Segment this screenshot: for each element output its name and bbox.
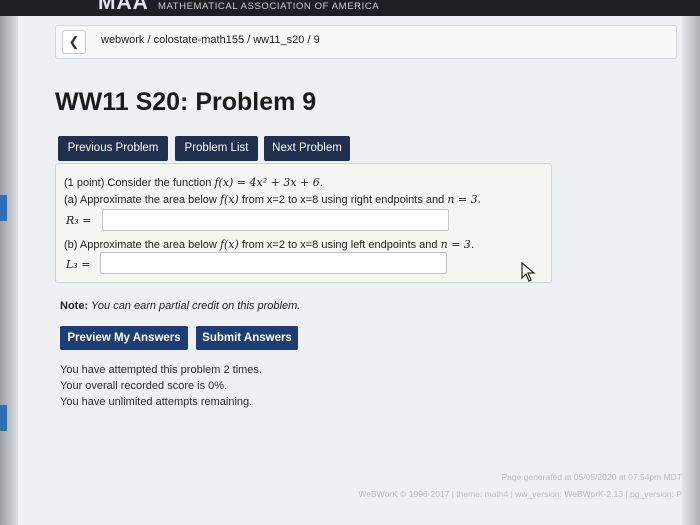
side-accent-mark [0,195,7,221]
part-a-answer-input[interactable] [102,209,449,231]
problem-list-button[interactable]: Problem List [175,136,258,161]
part-b-label: L₃ = [66,258,91,271]
part-b-n: n = 3. [440,238,475,251]
next-problem-button[interactable]: Next Problem [264,136,350,161]
problem-intro: (1 point) Consider the function f(x) = 4… [64,176,323,189]
score-status: Your overall recorded score is 0%. [60,380,228,392]
part-a-prefix: (a) Approximate the area below [64,194,217,206]
side-accent-mark [0,405,7,431]
problem-box: (1 point) Consider the function f(x) = 4… [55,163,552,283]
footer-version: WeBWorK © 1996-2017 | theme: math4 | ww_… [358,489,682,499]
part-a-function: f(x) [219,193,239,206]
intro-text: (1 point) Consider the function [64,177,212,189]
chevron-left-icon[interactable]: ❮ [62,30,86,54]
partial-credit-note: Note: You can earn partial credit on thi… [60,300,300,312]
banner-org-name: MATHEMATICAL ASSOCIATION OF AMERICA [158,1,380,12]
remaining-status: You have unlimited attempts remaining. [60,396,253,408]
mouse-pointer-icon [521,262,536,282]
part-b-text: (b) Approximate the area below f(x) from… [64,238,474,251]
part-b-prefix: (b) Approximate the area below [64,239,217,251]
part-b-suffix: from x=2 to x=8 using left endpoints and [241,239,438,251]
breadcrumb: ❮ webwork / colostate-math155 / ww11_s20… [55,25,677,59]
screen-edge-left [0,0,18,525]
maa-logo: MAA [98,0,149,14]
part-b-answer-input[interactable] [100,252,447,274]
note-text: You can earn partial credit on this prob… [91,300,301,312]
part-a-label: R₃ = [66,214,92,227]
previous-problem-button[interactable]: Previous Problem [58,136,168,161]
submit-answers-button[interactable]: Submit Answers [196,326,298,350]
preview-answers-button[interactable]: Preview My Answers [60,326,188,350]
function-expression: f(x) = 4x² + 3x + 6. [214,176,324,189]
note-label: Note: [60,300,89,312]
breadcrumb-path[interactable]: webwork / colostate-math155 / ww11_s20 /… [101,34,320,46]
screen-edge-right [682,0,700,525]
site-banner: MAA MATHEMATICAL ASSOCIATION OF AMERICA [0,0,700,16]
footer-generated: Page generated at 05/05/2020 at 07:54pm … [501,472,682,482]
attempts-status: You have attempted this problem 2 times. [60,364,262,376]
part-a-suffix: from x=2 to x=8 using right endpoints an… [241,194,445,206]
part-a-n: n = 3. [447,193,482,206]
part-b-function: f(x) [219,238,239,251]
page-title: WW11 S20: Problem 9 [55,88,317,116]
part-a-text: (a) Approximate the area below f(x) from… [64,193,481,206]
